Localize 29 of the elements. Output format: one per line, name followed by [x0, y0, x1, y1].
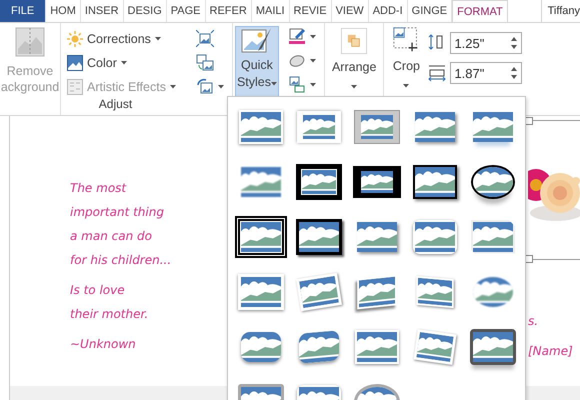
adjust-command[interactable]: Corrections: [65, 28, 178, 49]
ribbon-tab[interactable]: HOM: [46, 0, 81, 22]
adjust-command[interactable]: Color: [65, 52, 178, 73]
quick-styles-button[interactable]: Quick Styles: [234, 26, 279, 97]
width-field[interactable]: 1.87": [450, 62, 522, 84]
crop-button[interactable]: Crop: [388, 25, 424, 93]
quote-line: Is to love: [70, 282, 125, 299]
quote-line: important thing: [70, 204, 164, 221]
quote-line: ~Unknown: [70, 336, 136, 353]
user-name[interactable]: Tiffany: [540, 0, 580, 22]
document-text: s.: [528, 314, 540, 328]
quote-line: The most: [70, 180, 126, 197]
ribbon-tab[interactable]: REVIE: [290, 0, 332, 22]
arrange-button[interactable]: Arrange: [328, 26, 380, 94]
quote-line: their mother.: [70, 306, 148, 323]
ribbon-tab[interactable]: MAILI: [252, 0, 290, 22]
ribbon-tab[interactable]: VIEW: [332, 0, 369, 22]
ribbon-tab[interactable]: FORMAT: [452, 0, 508, 22]
document-text: [Name]: [528, 344, 574, 358]
quote-line: a man can do: [70, 228, 152, 245]
ribbon-tab[interactable]: PAGE: [166, 0, 206, 22]
ribbon-tab[interactable]: ADD-I: [368, 0, 408, 22]
group-label: Adjust: [98, 97, 134, 113]
ribbon-tab[interactable]: INSER: [80, 0, 124, 22]
file-tab[interactable]: FILE: [0, 0, 46, 22]
quote-line: for his children...: [70, 252, 172, 269]
ribbon-tab[interactable]: REFER: [206, 0, 252, 22]
height-field[interactable]: 1.25": [450, 32, 522, 54]
ribbon-tab[interactable]: DESIG: [124, 0, 167, 22]
